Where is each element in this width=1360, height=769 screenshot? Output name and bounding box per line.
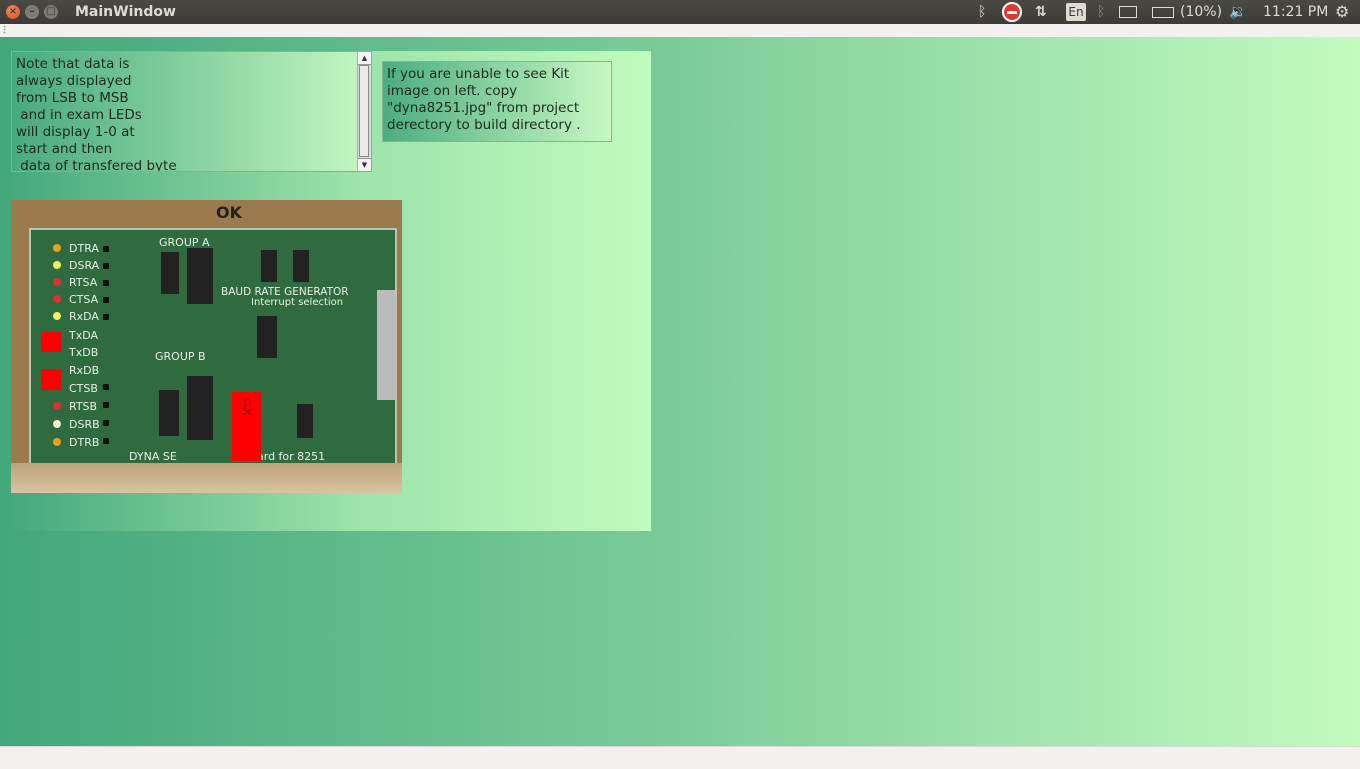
kit-label: RxDB (69, 364, 100, 377)
kit-label: DSRB (69, 418, 100, 431)
bluetooth-icon[interactable]: ᛒ (978, 3, 986, 21)
header-pin (103, 402, 109, 408)
header-pin (103, 246, 109, 252)
toolbar-grip-handle[interactable] (3, 25, 6, 34)
ic-chip (261, 250, 277, 282)
kit-footer-text-2: ard for 8251 (257, 450, 326, 463)
ic-chip (257, 316, 277, 358)
header-pin (103, 384, 109, 390)
kit-label: TxDA (69, 329, 99, 342)
led-indicator (53, 312, 61, 320)
ic-chip (187, 248, 213, 304)
scroll-up-arrow-icon[interactable]: ▲ (358, 52, 371, 65)
gear-icon[interactable]: ⚙ (1335, 3, 1349, 21)
led-indicator (53, 438, 61, 446)
clk-status-marker: CLK (232, 392, 261, 461)
header-pin (103, 263, 109, 269)
vertical-scrollbar[interactable]: ▲ ▼ (357, 52, 371, 171)
header-pin (103, 420, 109, 426)
ic-chip (187, 376, 213, 440)
kit-footer-text: DYNA SE (129, 450, 177, 463)
mail-icon[interactable] (1119, 6, 1137, 18)
kit-wood-frame (11, 463, 402, 493)
minimize-window-button[interactable]: – (25, 5, 39, 19)
ic-chip (297, 404, 313, 438)
kit-label: DTRA (69, 242, 99, 255)
note-text: Note that data is always displayed from … (16, 56, 177, 172)
header-pin (103, 314, 109, 320)
header-pin (103, 280, 109, 286)
kit-label: RTSA (69, 276, 98, 289)
header-pin (103, 438, 109, 444)
window-title: MainWindow (75, 4, 176, 20)
kit-panel: Note that data is always displayed from … (0, 51, 651, 531)
scrollbar-thumb[interactable] (359, 65, 369, 157)
ribbon-connector (377, 290, 395, 400)
info-label: If you are unable to see Kit image on le… (382, 61, 612, 142)
txd-status-marker (41, 332, 61, 352)
top-panel: × – □ MainWindow ᛒ ⇅ En ᛒ (10%) 🔉 11:21 … (0, 0, 1360, 24)
header-pin (103, 297, 109, 303)
central-widget: Note that data is always displayed from … (0, 37, 1360, 746)
kit-image: OK DTRA DSRA RTSA CTSA RxDA TxDA TxDB Rx… (11, 200, 402, 493)
kit-label: RTSB (69, 400, 98, 413)
ic-chip (159, 390, 179, 436)
note-text-area[interactable]: Note that data is always displayed from … (11, 51, 372, 172)
kit-label: CTSB (69, 382, 98, 395)
maximize-window-button[interactable]: □ (44, 5, 58, 19)
led-indicator (53, 420, 61, 428)
kit-label: DSRA (69, 259, 100, 272)
kit-circuit-board: DTRA DSRA RTSA CTSA RxDA TxDA TxDB RxDB … (29, 228, 397, 468)
clock[interactable]: 11:21 PM (1263, 3, 1328, 21)
led-indicator (53, 278, 61, 286)
battery-percentage[interactable]: (10%) (1180, 3, 1222, 21)
close-window-button[interactable]: × (6, 5, 20, 19)
clk-label: CLK (241, 398, 251, 416)
led-indicator (53, 244, 61, 252)
led-indicator (53, 402, 61, 410)
kit-label: RxDA (69, 310, 99, 323)
led-indicator (53, 261, 61, 269)
status-bar (0, 746, 1360, 769)
network-icon[interactable]: ⇅ (1035, 3, 1047, 21)
rxd-status-marker (41, 369, 61, 390)
scroll-down-arrow-icon[interactable]: ▼ (358, 158, 371, 171)
ic-chip (293, 250, 309, 282)
kit-label: CTSA (69, 293, 99, 306)
do-not-disturb-icon[interactable] (1002, 2, 1022, 22)
battery-icon[interactable] (1152, 7, 1174, 18)
kit-label: DTRB (69, 436, 100, 449)
kit-interrupt-title: Interrupt selection (251, 297, 344, 308)
led-indicator (53, 295, 61, 303)
kit-group-b-label: GROUP B (155, 350, 206, 363)
bluetooth-secondary-icon[interactable]: ᛒ (1097, 3, 1105, 21)
kit-label: TxDB (69, 346, 99, 359)
ic-chip (161, 252, 179, 294)
keyboard-layout-indicator[interactable]: En (1066, 3, 1086, 21)
volume-icon[interactable]: 🔉 (1229, 3, 1246, 21)
menu-bar (0, 24, 1360, 37)
kit-handwritten-mark: OK (216, 203, 242, 222)
